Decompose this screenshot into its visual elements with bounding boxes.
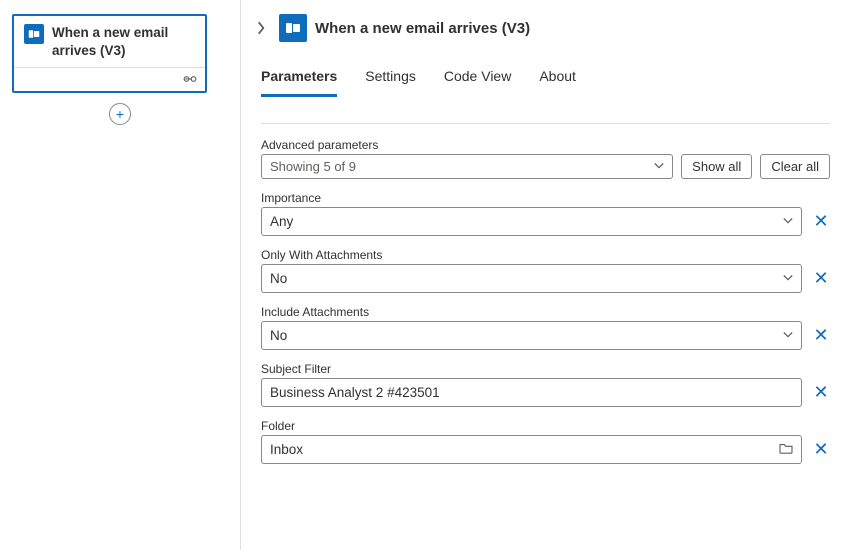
trigger-node-footer — [14, 67, 205, 91]
chevron-down-icon — [783, 271, 793, 286]
folder-input-wrapper — [261, 435, 802, 464]
advanced-parameters-label: Advanced parameters — [261, 138, 830, 152]
collapse-panel-button[interactable] — [251, 18, 271, 38]
chevron-down-icon — [783, 328, 793, 343]
only-with-attachments-dropdown[interactable]: No — [261, 264, 802, 293]
importance-dropdown[interactable]: Any — [261, 207, 802, 236]
advanced-parameters-summary: Showing 5 of 9 — [270, 159, 356, 174]
add-step-button[interactable]: + — [109, 103, 131, 125]
remove-include-attachments-button[interactable]: ✕ — [812, 325, 830, 346]
advanced-parameters-dropdown[interactable]: Showing 5 of 9 — [261, 154, 673, 179]
panel-title: When a new email arrives (V3) — [315, 20, 530, 37]
details-panel: When a new email arrives (V3) Parameters… — [240, 0, 850, 550]
field-label-only-with-attachments: Only With Attachments — [261, 248, 830, 262]
tab-parameters[interactable]: Parameters — [261, 68, 337, 97]
panel-header: When a new email arrives (V3) — [241, 0, 850, 50]
tab-code-view[interactable]: Code View — [444, 68, 511, 97]
folder-input[interactable] — [270, 442, 779, 457]
advanced-parameters-row: Showing 5 of 9 Show all Clear all — [261, 154, 830, 179]
folder-picker-icon[interactable] — [779, 442, 793, 457]
field-only-with-attachments: Only With Attachments No ✕ — [261, 248, 830, 293]
subject-filter-input[interactable] — [270, 385, 793, 400]
flow-canvas: When a new email arrives (V3) + — [0, 0, 240, 550]
clear-all-button[interactable]: Clear all — [760, 154, 830, 179]
show-all-button[interactable]: Show all — [681, 154, 752, 179]
tab-about[interactable]: About — [539, 68, 576, 97]
tab-settings[interactable]: Settings — [365, 68, 416, 97]
outlook-icon — [24, 24, 44, 44]
field-include-attachments: Include Attachments No ✕ — [261, 305, 830, 350]
remove-subject-filter-button[interactable]: ✕ — [812, 382, 830, 403]
trigger-node-title: When a new email arrives (V3) — [52, 24, 195, 59]
include-attachments-value: No — [270, 328, 287, 343]
panel-body: Advanced parameters Showing 5 of 9 Show … — [241, 97, 850, 550]
trigger-node-header: When a new email arrives (V3) — [14, 16, 205, 67]
chevron-down-icon — [783, 214, 793, 229]
field-label-subject-filter: Subject Filter — [261, 362, 830, 376]
trigger-node-card[interactable]: When a new email arrives (V3) — [12, 14, 207, 93]
remove-only-with-attachments-button[interactable]: ✕ — [812, 268, 830, 289]
subject-filter-input-wrapper — [261, 378, 802, 407]
remove-folder-button[interactable]: ✕ — [812, 439, 830, 460]
field-importance: Importance Any ✕ — [261, 191, 830, 236]
field-label-importance: Importance — [261, 191, 830, 205]
include-attachments-dropdown[interactable]: No — [261, 321, 802, 350]
panel-tabs: Parameters Settings Code View About — [241, 50, 850, 97]
field-label-include-attachments: Include Attachments — [261, 305, 830, 319]
only-with-attachments-value: No — [270, 271, 287, 286]
chevron-down-icon — [654, 159, 664, 174]
remove-importance-button[interactable]: ✕ — [812, 211, 830, 232]
outlook-icon — [279, 14, 307, 42]
connection-link-icon[interactable] — [183, 72, 197, 87]
field-subject-filter: Subject Filter ✕ — [261, 362, 830, 407]
importance-value: Any — [270, 214, 293, 229]
field-folder: Folder ✕ — [261, 419, 830, 464]
field-label-folder: Folder — [261, 419, 830, 433]
divider — [261, 123, 830, 124]
